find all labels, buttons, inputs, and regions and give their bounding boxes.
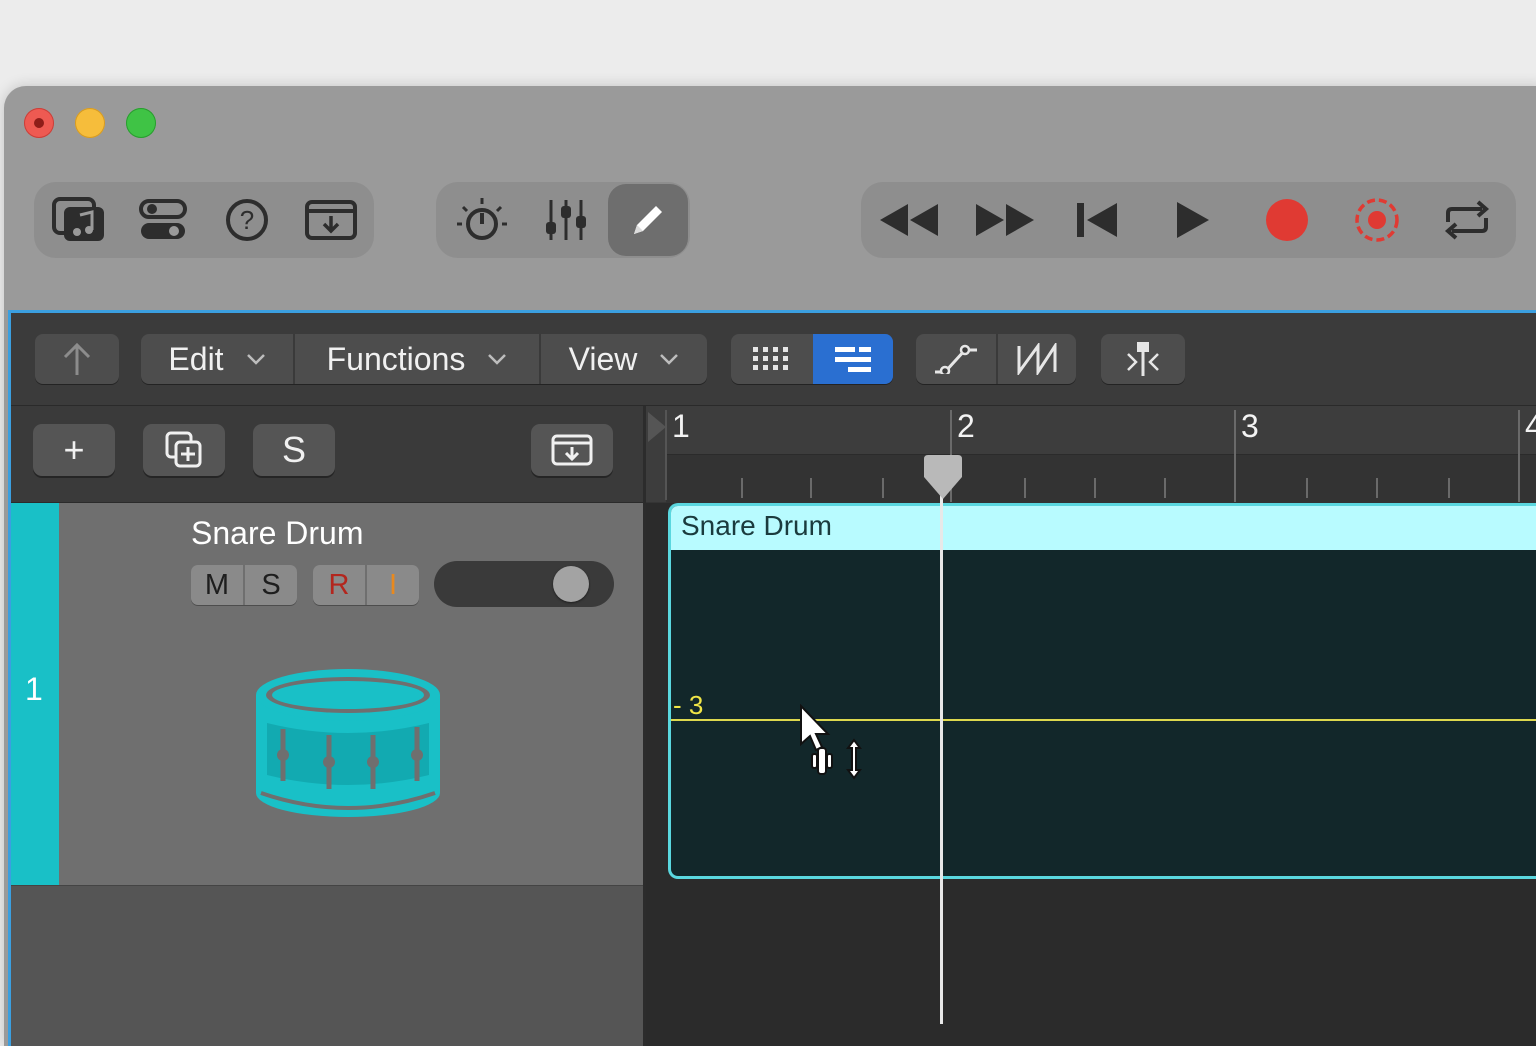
ruler-bar-4: 4 <box>1525 408 1536 444</box>
library-icon <box>52 197 104 241</box>
volume-slider[interactable] <box>434 561 614 607</box>
pencil-icon <box>634 206 662 234</box>
transport-group <box>861 182 1516 258</box>
automation-group <box>916 334 1076 384</box>
mouse-pointer-icon <box>800 704 862 780</box>
rewind-icon <box>880 204 938 236</box>
track-name[interactable]: Snare Drum <box>191 515 364 552</box>
editors-toolbar-group <box>436 182 690 258</box>
chevron-down-icon <box>488 354 507 365</box>
go-to-beginning-button[interactable] <box>1057 182 1137 258</box>
grid-view-button[interactable] <box>731 334 811 384</box>
snap-icon <box>1127 342 1159 376</box>
mixer-icon <box>546 200 586 240</box>
automation-icon <box>935 344 977 374</box>
fast-forward-icon <box>976 204 1034 236</box>
track-browser-button[interactable] <box>531 424 613 476</box>
library-button[interactable] <box>42 182 116 258</box>
mute-button[interactable]: M <box>191 565 243 605</box>
view-menu[interactable]: View <box>541 334 707 384</box>
menu-group: Edit Functions View <box>141 334 707 384</box>
playhead[interactable] <box>940 455 943 1024</box>
browsers-icon <box>551 434 593 466</box>
add-track-label: + <box>63 429 85 470</box>
playhead-handle[interactable] <box>920 455 966 501</box>
catch-playhead-button[interactable] <box>1101 334 1185 384</box>
editors-button[interactable] <box>608 184 688 256</box>
rewind-button[interactable] <box>869 182 949 258</box>
go-to-beginning-icon <box>1077 203 1117 237</box>
zoom-window-button[interactable] <box>126 108 156 138</box>
quick-help-icon: ? <box>226 199 268 241</box>
play-button[interactable] <box>1153 182 1233 258</box>
flex-button[interactable] <box>998 334 1076 384</box>
track-number: 1 <box>25 671 43 707</box>
snare-drum-icon <box>256 669 440 817</box>
region-name: Snare Drum <box>681 510 832 541</box>
automation-button[interactable] <box>916 334 996 384</box>
capture-recording-icon <box>1355 198 1399 242</box>
fast-forward-button[interactable] <box>965 182 1045 258</box>
local-menu-bar: Edit Functions View <box>11 313 1536 406</box>
tuner-icon <box>457 198 507 240</box>
mute-solo-group: M S <box>191 565 297 605</box>
solo-button[interactable]: S <box>243 565 297 605</box>
list-view-button[interactable] <box>813 334 893 384</box>
region-header[interactable]: Snare Drum <box>671 506 1536 550</box>
cycle-button[interactable] <box>1427 182 1507 258</box>
up-arrow-icon <box>63 342 91 375</box>
record-input-group: R I <box>313 565 419 605</box>
tracks-area: Edit Functions View + S 1 Snare Drum M S… <box>8 310 1536 1046</box>
chevron-down-icon <box>660 354 679 365</box>
grid-icon <box>753 347 788 370</box>
record-enable-button[interactable]: R <box>313 565 365 605</box>
play-icon <box>1177 202 1209 238</box>
ruler-bar-1: 1 <box>672 408 690 444</box>
edit-menu-label: Edit <box>168 340 224 377</box>
list-view-icon <box>835 347 871 372</box>
add-track-button[interactable]: + <box>33 424 115 476</box>
app-window: ? Edit Functions View + S 1 Snare Drum M… <box>4 86 1536 1046</box>
browsers-icon <box>305 200 357 240</box>
minimize-window-button[interactable] <box>75 108 105 138</box>
smart-controls-icon <box>139 199 187 239</box>
chevron-down-icon <box>246 354 265 365</box>
solo-global-label: S <box>281 429 306 470</box>
track-header[interactable]: 1 Snare Drum M S R I <box>11 503 643 885</box>
flex-icon <box>1017 343 1057 375</box>
ruler-bar-2: 2 <box>957 408 975 444</box>
view-toggle-group <box>731 334 893 384</box>
capture-recording-button[interactable] <box>1337 182 1417 258</box>
ruler-bar-3: 3 <box>1241 408 1259 444</box>
automation-value-label: - 3 <box>673 690 704 720</box>
track-list-empty-area[interactable] <box>11 885 643 1046</box>
tuner-button[interactable] <box>442 182 522 258</box>
tracks-workspace[interactable]: Snare Drum - 3 <box>646 503 1536 1046</box>
view-menu-label: View <box>568 340 638 377</box>
audio-region[interactable]: Snare Drum - 3 <box>668 503 1536 879</box>
mixer-button[interactable] <box>526 182 606 258</box>
svg-text:?: ? <box>240 205 254 235</box>
volume-slider-knob[interactable] <box>552 566 589 602</box>
quick-help-button[interactable]: ? <box>210 182 284 258</box>
record-icon <box>1266 199 1308 241</box>
duplicate-icon <box>165 431 202 468</box>
view-toolbar-group: ? <box>34 182 374 258</box>
bar-ruler[interactable]: 1 2 3 4 <box>646 406 1536 503</box>
functions-menu-label: Functions <box>326 340 466 377</box>
duplicate-track-button[interactable] <box>143 424 225 476</box>
track-list-header: + S <box>11 406 643 503</box>
functions-menu[interactable]: Functions <box>295 334 539 384</box>
ruler-lower-track[interactable] <box>666 454 1536 503</box>
cycle-icon <box>1444 200 1490 240</box>
record-button[interactable] <box>1247 182 1327 258</box>
browsers-button[interactable] <box>294 182 368 258</box>
back-button[interactable] <box>35 334 119 384</box>
solo-global-button[interactable]: S <box>253 424 335 476</box>
input-monitor-button[interactable]: I <box>365 565 419 605</box>
close-window-button[interactable] <box>24 108 54 138</box>
edit-menu[interactable]: Edit <box>141 334 293 384</box>
smart-controls-button[interactable] <box>126 182 200 258</box>
